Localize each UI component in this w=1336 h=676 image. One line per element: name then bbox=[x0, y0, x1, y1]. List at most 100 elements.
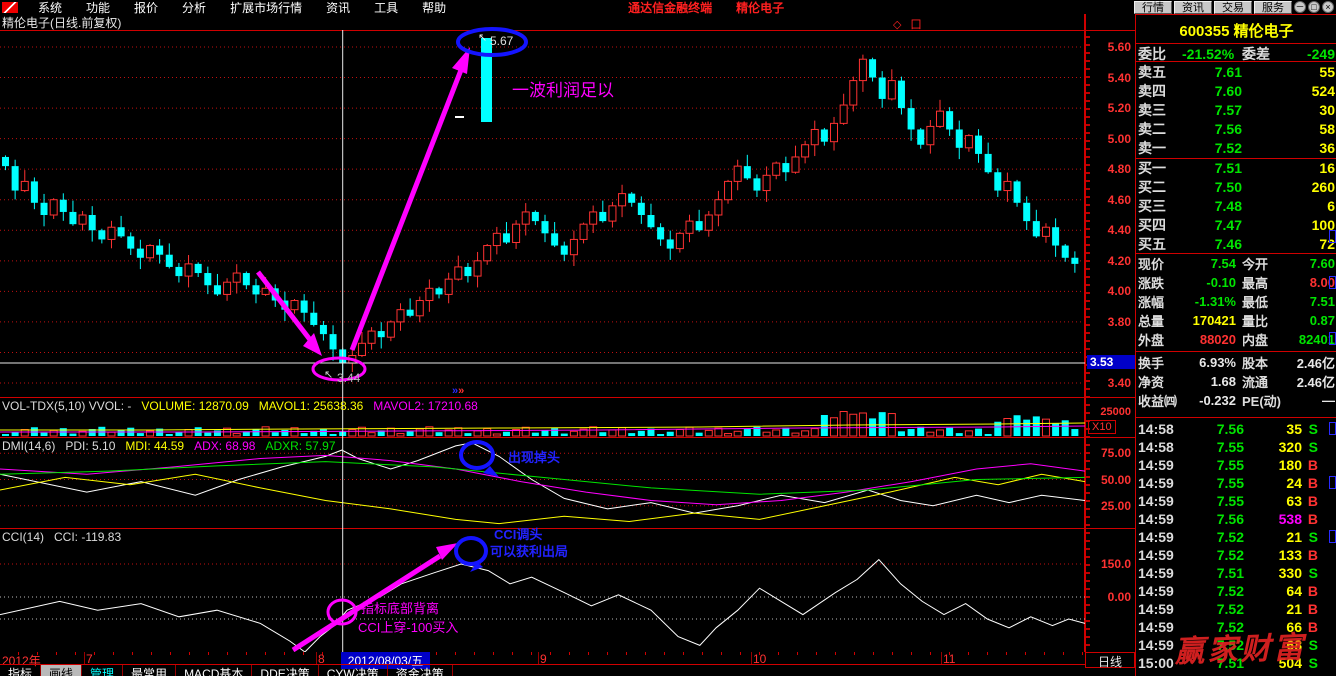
tape-price: 7.55 bbox=[1182, 493, 1244, 509]
info-row: 涨跌-0.10最高8.00 bbox=[1138, 273, 1335, 292]
month-separator bbox=[538, 652, 539, 664]
tab-资金决策[interactable]: 资金决策 bbox=[388, 665, 453, 676]
minimize-button[interactable]: － bbox=[1294, 1, 1306, 13]
candle bbox=[464, 263, 471, 283]
candle bbox=[811, 121, 818, 156]
tab-MACD基本[interactable]: MACD基本 bbox=[176, 665, 252, 676]
info-row: 净资1.68流通2.46亿 bbox=[1138, 372, 1335, 391]
info-label: 收益㈣ bbox=[1138, 391, 1184, 410]
candle bbox=[252, 279, 259, 303]
buy-volume: 16 bbox=[1242, 160, 1335, 176]
dmi-adxr-line bbox=[0, 462, 1085, 495]
panel-edge-marker[interactable] bbox=[1329, 530, 1336, 543]
panel-edge-marker[interactable] bbox=[1329, 230, 1336, 243]
maximize-button[interactable]: □ bbox=[1308, 1, 1320, 13]
tab-指标[interactable]: 指标 bbox=[0, 665, 41, 676]
candle bbox=[1071, 251, 1078, 272]
dmi-turn-note: 出现掉头 bbox=[508, 447, 560, 466]
candle bbox=[840, 94, 847, 125]
buy-signal-note: CCI上穿-100买入 bbox=[358, 617, 458, 636]
candle bbox=[734, 160, 741, 191]
tape-volume: 21 bbox=[1244, 529, 1302, 545]
price-tick-label: 4.00 bbox=[1108, 284, 1131, 298]
indicator-header-segment: VOL-TDX(5,10) VVOL: - bbox=[2, 399, 131, 413]
tape-side: B bbox=[1302, 493, 1318, 509]
tab-CYW决策[interactable]: CYW决策 bbox=[319, 665, 388, 676]
buy-label: 买二 bbox=[1138, 177, 1182, 197]
axis-tick-marks bbox=[1086, 30, 1090, 652]
panel-edge-marker[interactable] bbox=[1329, 476, 1336, 489]
candle bbox=[214, 274, 221, 296]
candle bbox=[41, 194, 48, 226]
info-value: -1.31% bbox=[1184, 294, 1236, 309]
scroll-marker-icon[interactable]: »» bbox=[452, 385, 464, 397]
info-value: 82401 bbox=[1284, 332, 1335, 347]
tape-volume: 320 bbox=[1244, 439, 1302, 455]
sell-row-1: 卖一7.5236 bbox=[1138, 138, 1335, 157]
info-value: 6.93% bbox=[1184, 355, 1236, 370]
tab-画线[interactable]: 画线 bbox=[41, 665, 82, 676]
candle bbox=[869, 58, 876, 82]
weicha-label: 委差 bbox=[1242, 44, 1278, 64]
close-button[interactable]: × bbox=[1322, 1, 1334, 13]
candle bbox=[965, 134, 972, 152]
info-value: 8.00 bbox=[1284, 275, 1335, 290]
toolbar-button-行情[interactable]: 行情 bbox=[1134, 1, 1172, 14]
candle bbox=[50, 198, 57, 219]
candle bbox=[782, 157, 789, 181]
high-marker-bar bbox=[481, 38, 492, 122]
candle bbox=[127, 232, 134, 255]
candle bbox=[946, 107, 953, 136]
tab-DDE决策[interactable]: DDE决策 bbox=[252, 665, 318, 676]
tape-price: 7.52 bbox=[1182, 529, 1244, 545]
candle bbox=[638, 196, 645, 223]
candle bbox=[79, 211, 86, 231]
candle bbox=[1062, 244, 1069, 262]
tape-price: 7.56 bbox=[1182, 511, 1244, 527]
sell-label: 卖二 bbox=[1138, 119, 1182, 139]
weibi-value: -21.52% bbox=[1182, 46, 1234, 62]
indicator-header-segment: MDI: 44.59 bbox=[125, 439, 184, 453]
buy-label: 买五 bbox=[1138, 234, 1182, 254]
info-label: 总量 bbox=[1138, 311, 1184, 330]
panel-edge-marker[interactable] bbox=[1329, 332, 1336, 345]
tape-row: 14:597.56538B bbox=[1138, 510, 1331, 528]
toolbar-button-服务[interactable]: 服务 bbox=[1254, 1, 1292, 14]
tape-volume: 538 bbox=[1244, 511, 1302, 527]
weicha-value: -249 bbox=[1278, 46, 1335, 62]
buy-volume: 72 bbox=[1242, 236, 1335, 252]
sell-volume: 30 bbox=[1242, 102, 1335, 118]
candle bbox=[195, 262, 202, 277]
toolbar-button-资讯[interactable]: 资讯 bbox=[1174, 1, 1212, 14]
candle bbox=[619, 185, 626, 217]
panel-edge-marker[interactable] bbox=[1329, 422, 1336, 435]
indicator-header-segment: DMI(14,6) bbox=[2, 439, 55, 453]
tape-time: 14:59 bbox=[1138, 493, 1182, 509]
candle bbox=[744, 155, 751, 180]
divergence-note: 指标底部背离 bbox=[361, 598, 439, 617]
tab-最常用[interactable]: 最常用 bbox=[123, 665, 176, 676]
info-label: 最高 bbox=[1242, 273, 1284, 292]
indicator-header-segment: MAVOL1: 25638.36 bbox=[259, 399, 364, 413]
candle bbox=[21, 170, 28, 192]
candle bbox=[792, 146, 799, 174]
info-value: 2.46亿 bbox=[1284, 372, 1335, 391]
volume-axis-multiplier: X10 bbox=[1088, 420, 1116, 434]
candle bbox=[2, 155, 9, 170]
chart-canvas[interactable] bbox=[0, 0, 1085, 676]
panel-edge-marker[interactable] bbox=[1329, 276, 1336, 289]
tdx-terminal: 系统功能报价分析扩展市场行情资讯工具帮助 通达信金融终端 精伦电子 行情资讯交易… bbox=[0, 0, 1336, 676]
toolbar-button-交易[interactable]: 交易 bbox=[1214, 1, 1252, 14]
tape-time: 14:59 bbox=[1138, 601, 1182, 617]
sell-label: 卖一 bbox=[1138, 138, 1182, 158]
candle bbox=[859, 55, 866, 92]
candle bbox=[320, 321, 327, 341]
panel-divider bbox=[1136, 417, 1336, 418]
candle bbox=[301, 294, 308, 321]
price-mark-dash bbox=[455, 116, 464, 118]
info-row: 涨幅-1.31%最低7.51 bbox=[1138, 292, 1335, 311]
candle bbox=[802, 141, 809, 164]
tab-管理[interactable]: 管理 bbox=[82, 665, 123, 676]
price-tick-label: 4.80 bbox=[1108, 162, 1131, 176]
candle bbox=[599, 201, 606, 223]
